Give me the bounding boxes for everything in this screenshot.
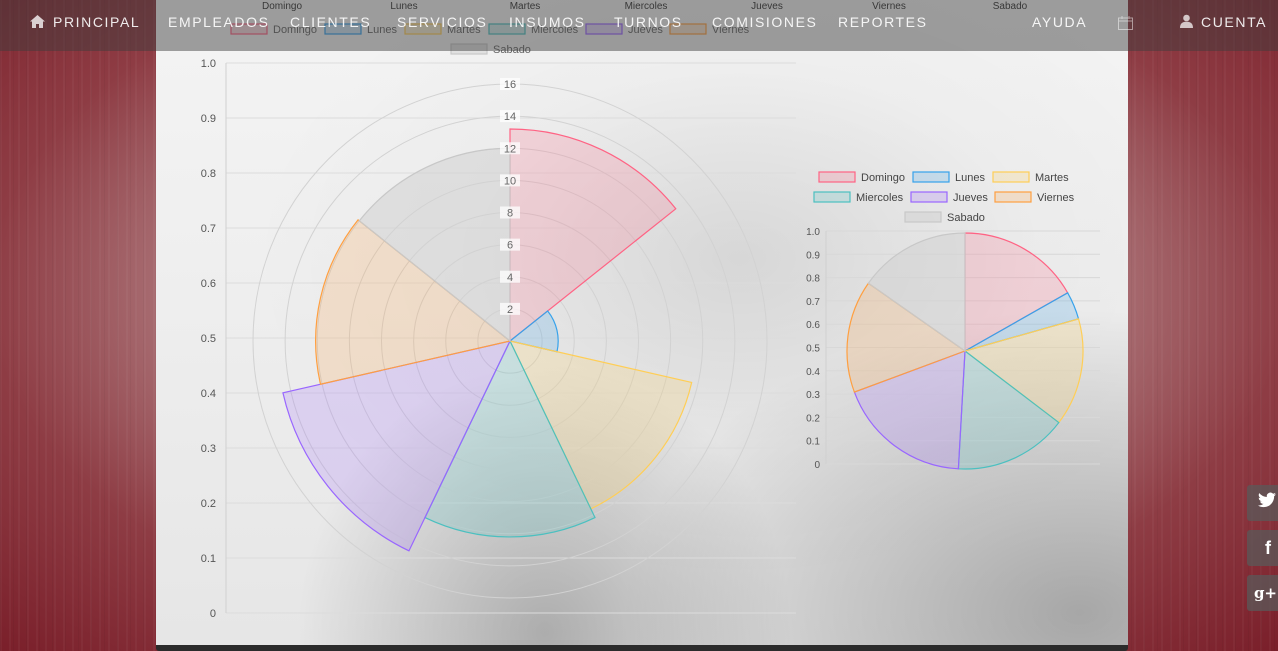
pie-legend-swatch (912, 171, 950, 183)
bar-y-tick-label: 0.7 (201, 223, 216, 235)
pie-y-tick-label: 0 (814, 460, 820, 471)
pie-y-tick-label: 0.6 (806, 320, 820, 331)
nav-insumos-label: INSUMOS (509, 14, 586, 30)
pie-legend-swatch (818, 171, 856, 183)
nav-empleados[interactable]: EMPLEADOS (168, 0, 270, 45)
polar-tick-label: 12 (504, 143, 516, 155)
nav-turnos[interactable]: TURNOS (614, 0, 683, 45)
polar-tick-label: 16 (504, 79, 516, 91)
bar-y-tick-label: 0.4 (201, 388, 216, 400)
twitter-button[interactable] (1247, 485, 1278, 521)
pie-y-tick-label: 0.3 (806, 390, 820, 401)
pie-legend-swatch (813, 191, 851, 203)
polar-tick-label: 8 (507, 208, 513, 220)
nav-servicios-label: SERVICIOS (397, 14, 488, 30)
nav-ayuda-label: AYUDA (1032, 14, 1088, 30)
pie-y-tick-label: 1.0 (806, 227, 820, 238)
pie-legend-label: Viernes (1037, 192, 1075, 204)
nav-comisiones[interactable]: COMISIONES (712, 0, 817, 45)
bar-y-tick-label: 0.2 (201, 498, 216, 510)
pie-y-tick-label: 0.1 (806, 437, 820, 448)
nav-comisiones-label: COMISIONES (712, 14, 818, 30)
polar-tick-label: 2 (507, 304, 513, 316)
user-icon (1180, 1, 1193, 46)
bar-y-tick-label: 0 (210, 608, 216, 620)
nav-cuenta[interactable]: CUENTA (1180, 0, 1267, 45)
pie-legend-label: Domingo (861, 172, 905, 184)
pie-legend-swatch (904, 211, 942, 223)
nav-principal-label: PRINCIPAL (53, 14, 141, 30)
polar-tick-label: 6 (507, 240, 513, 252)
nav-clientes-label: CLIENTES (290, 14, 372, 30)
pie-y-tick-label: 0.4 (806, 367, 820, 378)
nav-principal[interactable]: PRINCIPAL (30, 0, 140, 45)
nav-cuenta-label: CUENTA (1201, 14, 1268, 30)
googleplus-button[interactable]: g+ (1247, 575, 1278, 611)
facebook-icon: f (1265, 538, 1271, 558)
facebook-button[interactable]: f (1247, 530, 1278, 566)
nav-reportes-label: REPORTES (838, 14, 928, 30)
nav-reportes[interactable]: REPORTES (838, 0, 928, 45)
calendar-icon (1118, 14, 1133, 31)
pie-legend-swatch (994, 191, 1032, 203)
charts-canvas: 1.0 0.9 0.8 0.7 0.6 0.5 0.4 0.3 0.2 0.1 0 Domingo Lu… (201, 1, 1100, 620)
nav-ayuda[interactable]: AYUDA (1032, 0, 1087, 45)
home-icon (30, 1, 45, 46)
nav-turnos-label: TURNOS (614, 14, 683, 30)
pie-legend-label: Jueves (953, 192, 988, 204)
pie-legend-label: Martes (1035, 172, 1069, 184)
pie-y-tick-label: 0.9 (806, 250, 820, 261)
pie-legend-swatch (910, 191, 948, 203)
top-navbar: PRINCIPAL EMPLEADOS CLIENTES SERVICIOS I… (0, 0, 1278, 51)
bar-y-tick-label: 1.0 (201, 58, 216, 70)
nav-clientes[interactable]: CLIENTES (290, 0, 371, 45)
twitter-icon (1258, 492, 1276, 514)
bar-y-tick-label: 0.6 (201, 278, 216, 290)
nav-empleados-label: EMPLEADOS (168, 14, 270, 30)
pie-legend-label: Miercoles (856, 192, 904, 204)
pie-y-tick-label: 0.8 (806, 274, 820, 285)
polar-tick-label: 14 (504, 111, 516, 123)
pie-legend-label: Sabado (947, 212, 985, 224)
polar-tick-label: 10 (504, 175, 516, 187)
pie-y-tick-label: 0.2 (806, 413, 820, 424)
polar-tick-label: 4 (507, 272, 513, 284)
bar-y-tick-label: 0.5 (201, 333, 216, 345)
pie-legend-label: Lunes (955, 172, 985, 184)
bar-y-tick-label: 0.3 (201, 443, 216, 455)
pie-y-tick-label: 0.7 (806, 297, 820, 308)
panel-bottom-border (156, 645, 1128, 651)
pie-legend-swatch (992, 171, 1030, 183)
nav-servicios[interactable]: SERVICIOS (397, 0, 487, 45)
nav-insumos[interactable]: INSUMOS (509, 0, 586, 45)
charts-panel: 1.0 0.9 0.8 0.7 0.6 0.5 0.4 0.3 0.2 0.1 0 Domingo Lu… (156, 0, 1128, 645)
pie-y-tick-label: 0.5 (806, 344, 820, 355)
bar-y-tick-label: 0.8 (201, 168, 216, 180)
polar-segment (509, 128, 677, 343)
nav-calendar[interactable] (1118, 0, 1133, 45)
bar-y-tick-label: 0.1 (201, 553, 216, 565)
googleplus-icon: g+ (1253, 584, 1277, 602)
bar-y-tick-label: 0.9 (201, 113, 216, 125)
